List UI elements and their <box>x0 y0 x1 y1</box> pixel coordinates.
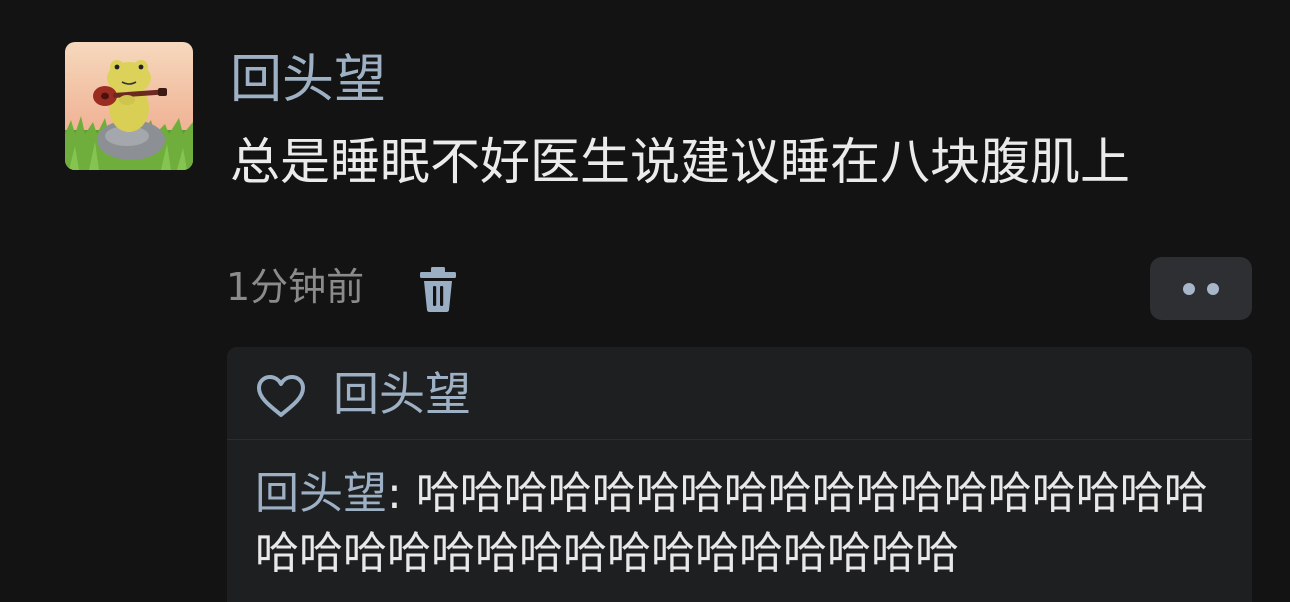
post-author-name[interactable]: 回头望 <box>230 48 386 112</box>
comment-separator: : <box>387 468 416 519</box>
like-user-name[interactable]: 回头望 <box>333 365 471 423</box>
more-dots-icon <box>1183 283 1195 295</box>
likes-row: 回头望 <box>227 347 1252 440</box>
comment-item[interactable]: 回头望: 哈哈哈哈哈哈哈哈哈哈哈哈哈哈哈哈哈哈哈哈哈哈哈哈哈哈哈哈哈哈哈哈哈哈 <box>255 464 1235 584</box>
interaction-panel: 回头望 回头望: 哈哈哈哈哈哈哈哈哈哈哈哈哈哈哈哈哈哈哈哈哈哈哈哈哈哈哈哈哈哈哈… <box>227 347 1252 602</box>
delete-button[interactable] <box>416 264 460 314</box>
avatar[interactable] <box>65 42 193 170</box>
heart-outline-icon[interactable] <box>255 373 307 419</box>
post-text: 总是睡眠不好医生说建议睡在八块腹肌上 <box>230 133 1130 191</box>
frog-with-ukulele-avatar <box>65 42 193 170</box>
more-actions-button[interactable] <box>1150 257 1252 320</box>
moments-post: 回头望 总是睡眠不好医生说建议睡在八块腹肌上 1分钟前 回头望 回头望: 哈哈哈… <box>0 0 1290 602</box>
comment-author[interactable]: 回头望 <box>255 468 387 519</box>
trash-icon <box>420 267 456 312</box>
post-timestamp: 1分钟前 <box>226 265 365 309</box>
